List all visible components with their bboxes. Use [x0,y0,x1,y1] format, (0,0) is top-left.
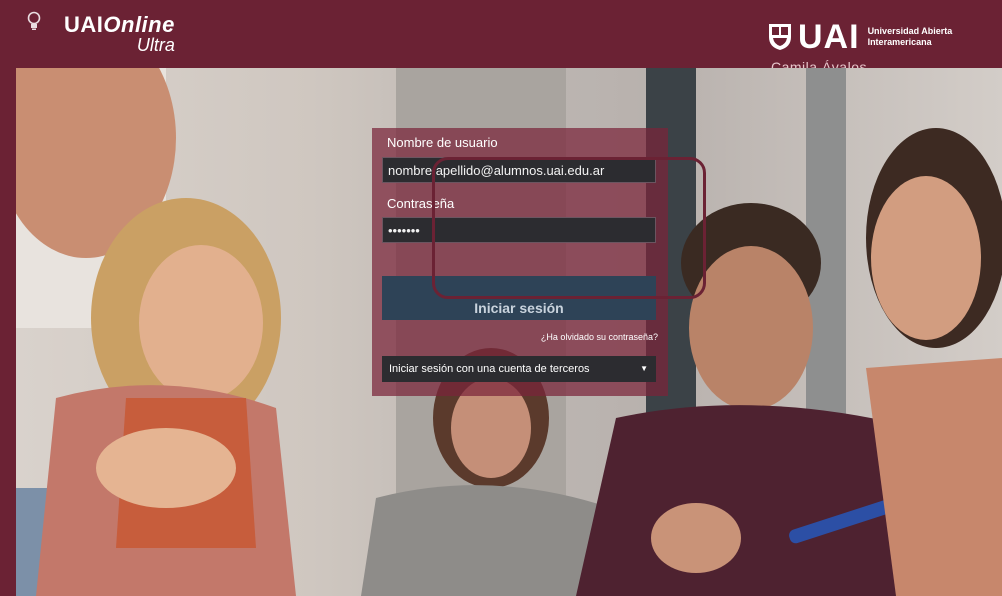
brand-subtitle: Ultra [136,35,175,55]
shield-icon [769,24,791,50]
uai-logo[interactable]: UAI Universidad Abierta Interamericana [768,20,952,54]
uai-fullname-line1: Universidad Abierta [867,26,953,36]
bulb-icon [22,10,46,32]
highlight-box [432,157,706,299]
third-party-label: Iniciar sesión con una cuenta de tercero… [389,363,590,375]
brand-logo[interactable]: UAIOnline Ultra [64,12,175,55]
uai-fullname: Universidad Abierta Interamericana [868,26,953,48]
uai-fullname-line2: Interamericana [867,37,932,47]
top-bar: UAIOnline Ultra UAI Universidad Abierta … [0,0,1002,75]
uai-wordmark: UAI [798,18,860,56]
brand-title: UAIOnline [64,12,175,37]
username-label: Nombre de usuario [387,135,498,150]
chevron-down-icon: ▼ [640,364,648,373]
third-party-login-select[interactable]: Iniciar sesión con una cuenta de tercero… [382,356,656,382]
forgot-password-link[interactable]: ¿Ha olvidado su contraseña? [541,332,658,342]
